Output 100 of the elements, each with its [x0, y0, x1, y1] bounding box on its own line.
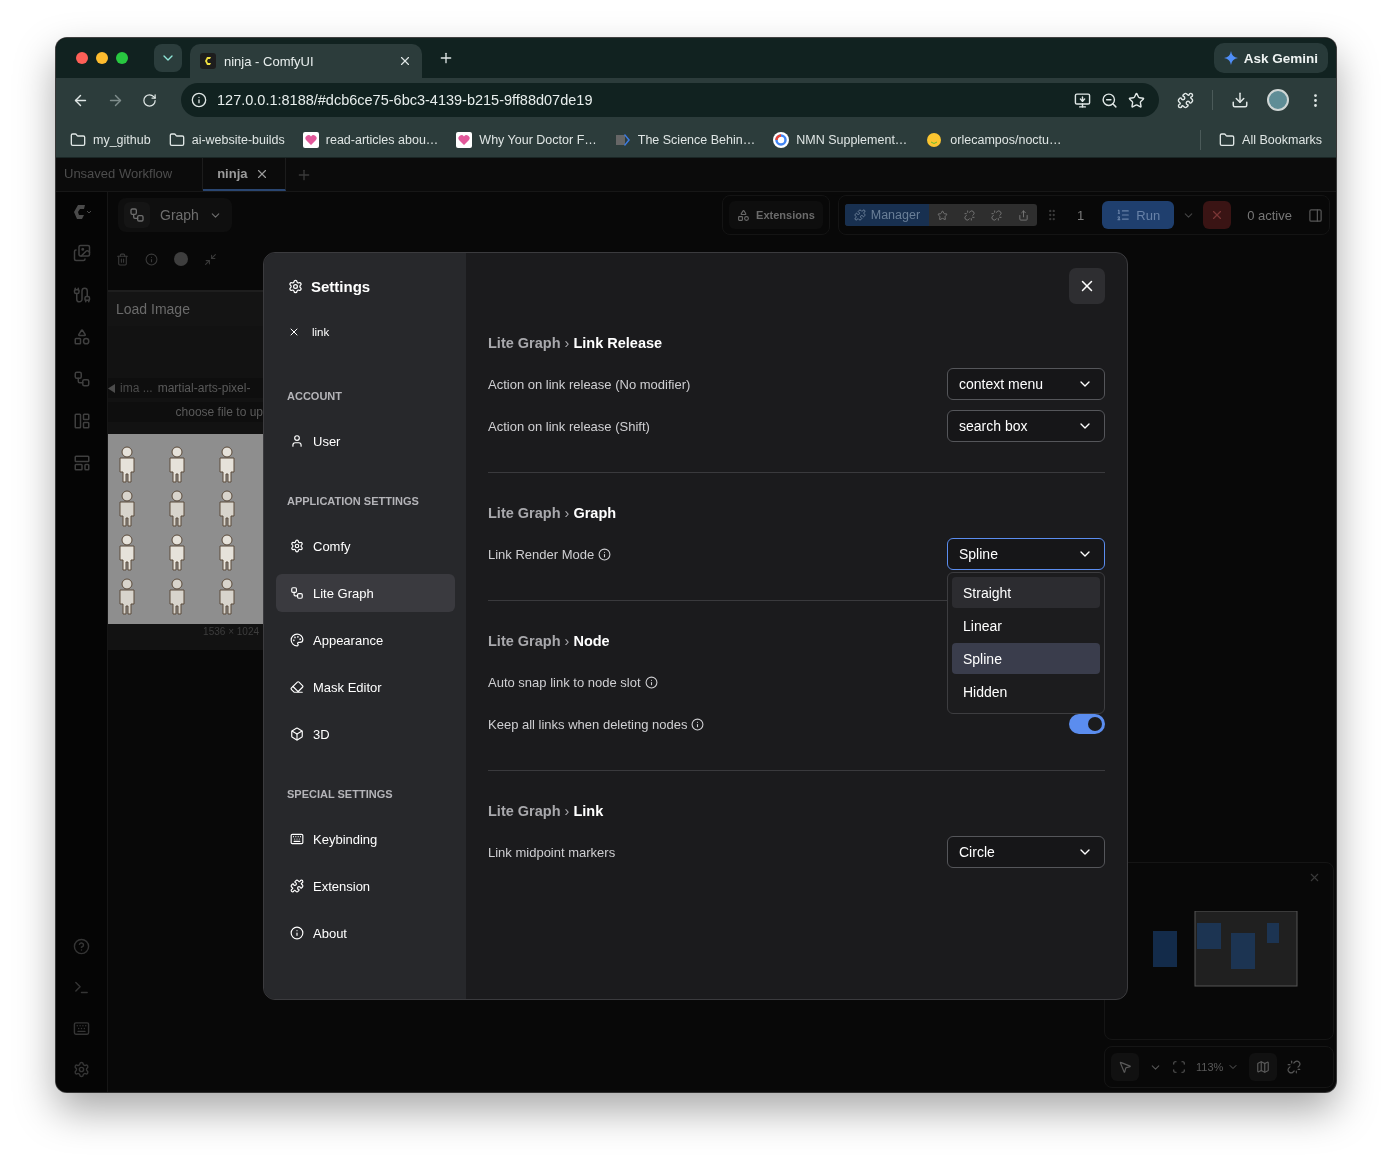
keyboard-icon [290, 832, 304, 846]
bookmark-link[interactable]: read-articles abou… [302, 131, 439, 148]
nav-item[interactable]: About [276, 914, 455, 952]
browser-tab[interactable]: ninja - ComfyUI [190, 44, 422, 78]
fit-view-icon[interactable] [1172, 1060, 1186, 1074]
cancel-button[interactable] [1203, 201, 1232, 229]
heart-icon [456, 131, 473, 148]
clear-icon[interactable] [288, 326, 300, 338]
bookmark-link[interactable]: Why Your Doctor F… [456, 131, 597, 148]
color-icon[interactable] [174, 252, 188, 266]
nodes-icon [290, 586, 304, 600]
graph-button[interactable]: Graph [118, 198, 232, 232]
sparkle-icon [1223, 51, 1238, 65]
address-bar[interactable]: 127.0.0.1:8188/#dcb6ce75-6bc3-4139-b215-9ff88d07de19 [181, 83, 1159, 117]
avatar-icon[interactable] [1267, 89, 1289, 111]
smiley-icon [925, 131, 944, 148]
nodes-icon[interactable] [72, 370, 91, 388]
reload-icon[interactable] [142, 92, 157, 108]
nav-item[interactable]: 3D [276, 715, 455, 753]
folder-icon [1219, 131, 1236, 148]
info-icon [644, 675, 658, 689]
bookmark-link[interactable]: The Science Behin… [614, 131, 756, 148]
workflow-tab[interactable]: ninja [203, 158, 287, 191]
palette-icon [290, 633, 304, 647]
bookmark-link[interactable]: my_github [70, 131, 151, 148]
gear-icon [288, 278, 303, 294]
triangle-left-icon[interactable] [108, 383, 115, 393]
shapes-icon [737, 208, 751, 222]
bookmark-link[interactable]: NMN Supplement… [773, 131, 908, 148]
template-icon[interactable] [72, 454, 91, 472]
map-icon[interactable] [1249, 1053, 1278, 1081]
bookmark-link[interactable]: orlecampos/noctu… [925, 131, 1062, 148]
url-text: 127.0.0.1:8188/#dcb6ce75-6bc3-4139-b215-9ff88d07de19 [217, 92, 594, 108]
select-dropdown[interactable]: Circle [947, 836, 1105, 868]
nav-item[interactable]: Appearance [276, 621, 455, 659]
star-icon[interactable] [1128, 91, 1145, 109]
shapes-icon[interactable] [72, 328, 91, 346]
search-field[interactable]: link [312, 326, 452, 338]
all-bookmarks-link[interactable]: All Bookmarks [1219, 131, 1322, 148]
toggle-switch[interactable] [1069, 714, 1105, 734]
setting-label: Auto snap link to node slot [488, 674, 641, 690]
pointer-icon[interactable] [1111, 1053, 1139, 1081]
layout-icon[interactable] [72, 412, 91, 430]
folder-icon [70, 131, 86, 148]
maximize-window-button[interactable] [116, 52, 128, 64]
cable-icon[interactable] [72, 286, 91, 304]
setting-label: Link midpoint markers [488, 844, 616, 860]
section-title: Lite Graph › Node [488, 632, 611, 651]
minimize-window-button[interactable] [96, 52, 108, 64]
setting-label: Keep all links when deleting nodes [488, 716, 688, 732]
section-heading: SPECIAL SETTINGS [286, 787, 394, 802]
section-title: Lite Graph › Link [488, 802, 605, 821]
section-heading: APPLICATION SETTINGS [286, 494, 420, 509]
close-icon[interactable] [398, 54, 412, 68]
dropdown-option[interactable]: Spline [952, 643, 1100, 674]
nav-item[interactable]: Lite Graph [276, 574, 455, 612]
nav-item[interactable]: Mask Editor [276, 668, 455, 706]
puzzle-icon[interactable] [1177, 91, 1194, 109]
dropdown-option[interactable]: Hidden [952, 676, 1100, 707]
install-icon[interactable] [1074, 91, 1091, 109]
nodes-icon [124, 202, 150, 228]
folder-icon [168, 131, 185, 148]
section-heading: ACCOUNT [286, 389, 343, 404]
new-tab-icon[interactable] [438, 50, 454, 66]
queue-count-field[interactable]: 1 [1067, 207, 1095, 223]
dropdown-option[interactable]: Straight [952, 577, 1100, 608]
collapse-icon[interactable] [204, 252, 217, 266]
settings-icon[interactable] [73, 1061, 90, 1078]
bookmark-link[interactable]: ai-website-builds [168, 131, 285, 148]
close-button[interactable] [1069, 268, 1105, 304]
list-icon [1116, 208, 1131, 222]
keyboard-icon[interactable] [73, 1020, 90, 1037]
nav-item[interactable]: User [276, 422, 455, 460]
dropdown-option[interactable]: Linear [952, 610, 1100, 641]
help-icon[interactable] [73, 938, 90, 955]
select-dropdown[interactable]: context menu [947, 368, 1105, 400]
image-icon[interactable] [72, 244, 91, 262]
ask-gemini-button[interactable]: Ask Gemini [1213, 43, 1328, 73]
unlink-icon[interactable] [1287, 1060, 1302, 1074]
eraser-icon [290, 680, 304, 694]
setting-label: Link Render Mode [488, 546, 595, 562]
tab-search-button[interactable] [154, 44, 182, 72]
terminal-icon[interactable] [73, 979, 90, 996]
zoom-out-icon[interactable] [1101, 91, 1118, 109]
extensions-button[interactable]: Extensions [729, 201, 823, 229]
active-count: 0 active [1246, 207, 1293, 223]
panel-icon[interactable] [1308, 207, 1323, 223]
nav-item[interactable]: Comfy [276, 527, 455, 565]
download-icon[interactable] [1231, 91, 1249, 109]
info-icon [691, 717, 705, 731]
nav-item[interactable]: Extension [276, 867, 455, 905]
logo-icon [200, 53, 216, 69]
trash-icon[interactable] [116, 252, 129, 266]
select-dropdown[interactable]: search box [947, 410, 1105, 442]
close-window-button[interactable] [76, 52, 88, 64]
cube-icon [290, 727, 304, 741]
select-dropdown[interactable]: Spline [947, 538, 1105, 570]
setting-label: Action on link release (Shift) [488, 418, 650, 434]
nav-item[interactable]: Keybinding [276, 820, 455, 858]
tab-title: ninja - ComfyUI [224, 53, 315, 69]
